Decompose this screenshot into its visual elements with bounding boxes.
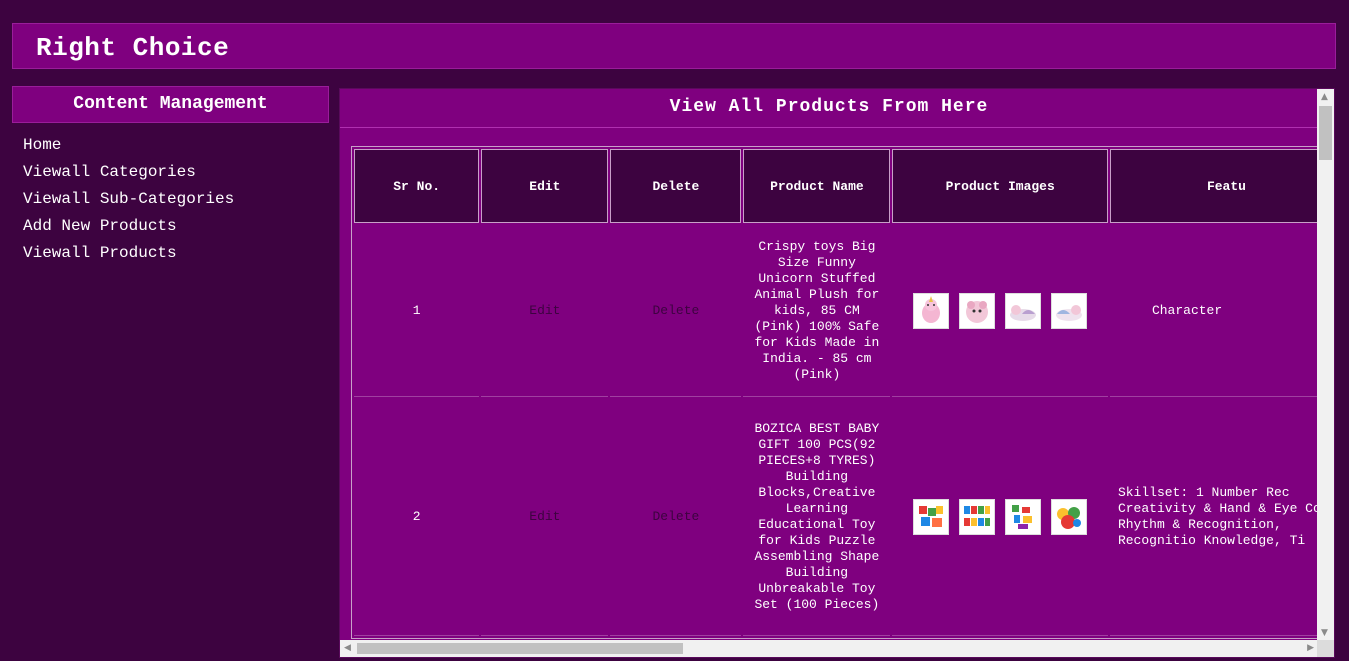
sidebar-item-home[interactable]: Home [23,133,234,160]
product-image [913,499,950,535]
horizontal-scroll-thumb[interactable] [357,643,683,654]
col-product-images: Product Images [892,149,1108,223]
product-image [913,292,950,329]
products-table: Sr No. Edit Delete Product Name Product … [351,146,1334,639]
horizontal-scrollbar[interactable]: ◀ ▶ [340,640,1318,657]
sidebar-item-viewall-categories[interactable]: Viewall Categories [23,160,234,187]
app-title: Right Choice [36,33,230,63]
scroll-right-icon[interactable]: ▶ [1307,643,1314,653]
edit-link[interactable]: Edit [481,225,609,397]
sidebar-item-viewall-sub-categories[interactable]: Viewall Sub-Categories [23,187,234,214]
sidebar-item-add-new-products[interactable]: Add New Products [23,214,234,241]
product-image [1005,499,1042,535]
col-features: Featu [1109,149,1331,223]
cell-sr: 1 [354,225,480,397]
cell-sr: 2 [354,399,480,636]
cell-product-images [892,399,1108,636]
product-image [1005,292,1042,329]
scrollbar-corner [1317,640,1334,657]
vertical-scrollbar[interactable]: ▲ ▼ [1317,89,1334,641]
scroll-down-icon[interactable]: ▼ [1321,628,1328,638]
app-header: Right Choice [12,23,1336,69]
table-row: 2 Edit Delete BOZICA BEST BABY GIFT 100 … [354,399,1331,636]
col-sr-no: Sr No. [354,149,480,223]
sidebar-item-viewall-products[interactable]: Viewall Products [23,241,234,268]
cell-product-name: Crispy toys Big Size Funny Unicorn Stuff… [743,225,891,397]
scroll-up-icon[interactable]: ▲ [1321,92,1328,102]
product-image [959,292,996,329]
col-edit: Edit [481,149,609,223]
edit-link[interactable]: Edit [481,399,609,636]
product-image [1051,292,1088,329]
cell-features: Character [1109,225,1331,397]
main-panel: View All Products From Here Sr No. Edit … [339,88,1335,658]
delete-link[interactable]: Delete [610,225,742,397]
col-delete: Delete [610,149,742,223]
table-row: 1 Edit Delete Crispy toys Big Size Funny… [354,225,1331,397]
sidebar-heading: Content Management [12,86,329,123]
cell-product-name: BOZICA BEST BABY GIFT 100 PCS(92 PIECES+… [743,399,891,636]
scroll-left-icon[interactable]: ◀ [344,643,351,653]
cell-product-images [892,225,1108,397]
delete-link[interactable]: Delete [610,399,742,636]
table-header-row: Sr No. Edit Delete Product Name Product … [354,149,1331,223]
page-title: View All Products From Here [340,89,1318,128]
vertical-scroll-thumb[interactable] [1319,106,1332,160]
sidebar-nav: Home Viewall Categories Viewall Sub-Cate… [23,133,234,268]
product-image [959,499,996,535]
col-product-name: Product Name [743,149,891,223]
cell-features: Skillset: 1 Number Rec Creativity & Hand… [1109,399,1331,636]
product-image [1051,499,1088,535]
